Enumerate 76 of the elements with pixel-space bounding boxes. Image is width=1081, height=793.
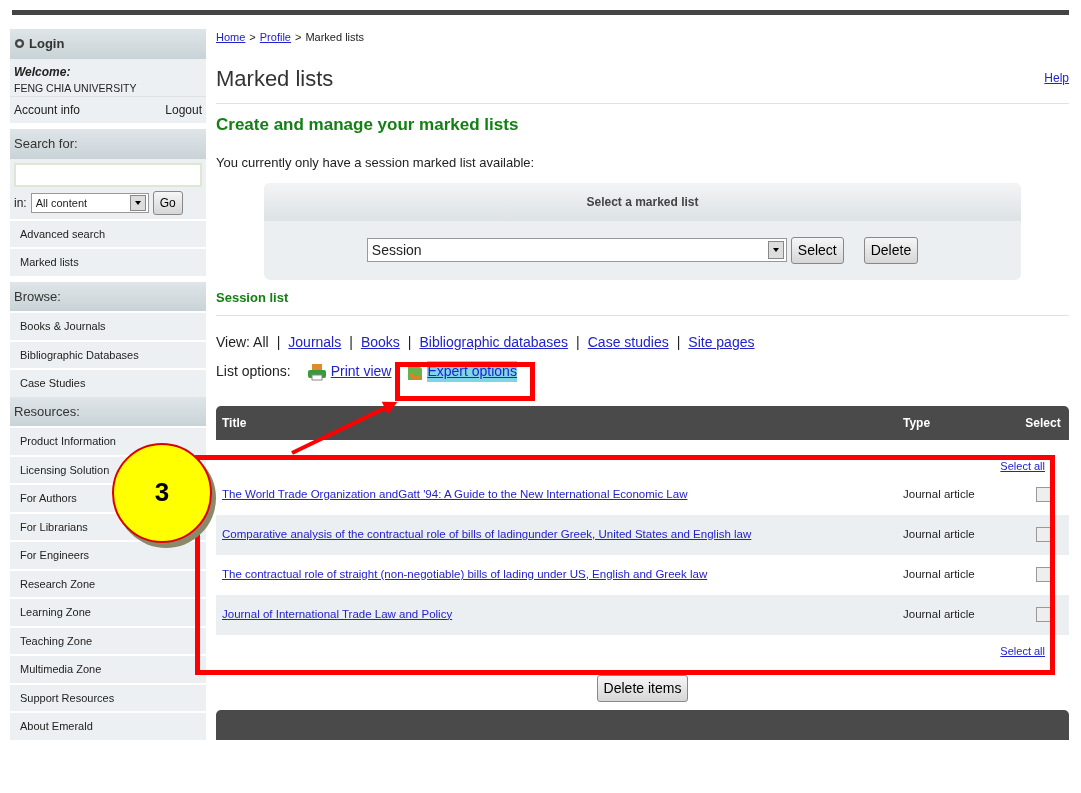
sidebar-link[interactable]: Licensing Solution bbox=[20, 463, 110, 476]
login-heading: Login bbox=[29, 35, 65, 53]
view-filter-link[interactable]: Bibliographic databases bbox=[419, 332, 569, 353]
printer-icon bbox=[306, 362, 327, 381]
column-header: Type bbox=[903, 415, 932, 432]
view-separator: | bbox=[349, 333, 353, 352]
search-field[interactable] bbox=[14, 162, 202, 187]
item-type: Journal article bbox=[903, 526, 976, 542]
item-type: Journal article bbox=[903, 486, 976, 502]
section-heading: Resources: bbox=[10, 396, 206, 427]
sidebar-link[interactable]: For Librarians bbox=[20, 520, 88, 533]
breadcrumb-link[interactable]: Home bbox=[216, 29, 246, 46]
sidebar-link[interactable]: Advanced search bbox=[20, 227, 105, 240]
panel-title: Select a marked list bbox=[264, 182, 1021, 221]
delete-items-button[interactable]: Delete items bbox=[596, 675, 689, 702]
welcome-label: Welcome: bbox=[14, 63, 72, 81]
select-checkbox[interactable] bbox=[1035, 607, 1051, 622]
sidebar-link[interactable]: Research Zone bbox=[20, 577, 96, 590]
select-checkbox[interactable] bbox=[1035, 527, 1051, 542]
view-filter-link[interactable]: Journals bbox=[288, 332, 342, 353]
item-title-link[interactable]: The World Trade Organization andGatt '94: A Guide to the New International Economic Law bbox=[222, 487, 688, 500]
list-action-button[interactable]: Select bbox=[790, 236, 844, 264]
sidebar-link[interactable]: Case Studies bbox=[20, 377, 86, 390]
sidebar-link[interactable]: Multimedia Zone bbox=[20, 663, 102, 676]
item-type: Journal article bbox=[903, 566, 976, 582]
scope-label: in: bbox=[14, 194, 27, 212]
dropdown-caret-icon bbox=[767, 241, 784, 259]
institution-name: FENG CHIA UNIVERSITY bbox=[14, 80, 138, 96]
list-action-button[interactable]: Delete bbox=[863, 236, 919, 264]
sidebar-link[interactable]: For Authors bbox=[20, 492, 77, 505]
sidebar-link[interactable]: Teaching Zone bbox=[20, 634, 93, 647]
view-label: View: All bbox=[216, 333, 269, 352]
section-title: Create and manage your marked lists bbox=[216, 113, 520, 136]
breadcrumb-link[interactable]: Profile bbox=[259, 29, 291, 46]
view-separator: | bbox=[576, 333, 580, 352]
list-dropdown[interactable]: Session bbox=[366, 238, 787, 262]
dropdown-caret-icon bbox=[129, 194, 146, 211]
view-filter-link[interactable]: Site pages bbox=[688, 332, 755, 353]
view-filter-link[interactable]: Books bbox=[360, 332, 400, 353]
item-title-link[interactable]: Journal of International Trade Law and Policy bbox=[222, 607, 453, 620]
list-options-label: List options: bbox=[216, 362, 291, 381]
column-header: Select bbox=[1024, 415, 1062, 432]
logout-link[interactable]: Logout bbox=[165, 101, 202, 120]
help-link[interactable]: Help bbox=[1044, 69, 1069, 87]
section-heading: Browse: bbox=[10, 281, 206, 312]
scope-dropdown[interactable]: All content bbox=[30, 192, 149, 213]
view-separator: | bbox=[276, 333, 281, 352]
sidebar-link[interactable]: Learning Zone bbox=[20, 606, 91, 619]
session-list-label: Session list bbox=[216, 287, 1069, 316]
view-separator: | bbox=[407, 333, 412, 352]
breadcrumb-current: Marked lists bbox=[305, 30, 365, 45]
item-type: Journal article bbox=[903, 606, 976, 622]
page-title: Marked lists bbox=[216, 64, 334, 93]
view-filter-link[interactable]: Case studies bbox=[587, 332, 669, 353]
search-heading: Search for: bbox=[10, 129, 206, 159]
item-title-link[interactable]: Comparative analysis of the contractual role of bills of ladingunder Greek, United States and English law bbox=[222, 527, 752, 540]
sidebar-link[interactable]: About Emerald bbox=[20, 720, 93, 733]
intro-text: You currently only have a session marked list available: bbox=[216, 154, 536, 172]
view-separator: | bbox=[676, 333, 681, 352]
list-option-link[interactable]: Print view bbox=[330, 361, 392, 382]
select-all-link[interactable]: Select all bbox=[1000, 458, 1045, 475]
sidebar-link[interactable]: Books & Journals bbox=[20, 320, 106, 333]
sidebar-link[interactable]: Marked lists bbox=[20, 256, 79, 269]
sidebar-link[interactable]: Support Resources bbox=[20, 691, 115, 704]
select-all-link[interactable]: Select all bbox=[1000, 642, 1045, 659]
sidebar-link[interactable]: Bibliographic Databases bbox=[20, 348, 139, 361]
breadcrumb-separator: > bbox=[249, 30, 256, 45]
sidebar-link[interactable]: For Engineers bbox=[20, 549, 90, 562]
power-icon bbox=[14, 38, 25, 50]
breadcrumb-separator: > bbox=[294, 30, 302, 45]
item-title-link[interactable]: The contractual role of straight (non-negotiable) bills of lading under US, English and Greek law bbox=[222, 567, 708, 580]
account-link[interactable]: Account info bbox=[14, 101, 81, 120]
go-button[interactable]: Go bbox=[152, 190, 183, 215]
column-header: Title bbox=[222, 415, 248, 432]
select-checkbox[interactable] bbox=[1035, 567, 1051, 582]
select-checkbox[interactable] bbox=[1035, 487, 1051, 502]
